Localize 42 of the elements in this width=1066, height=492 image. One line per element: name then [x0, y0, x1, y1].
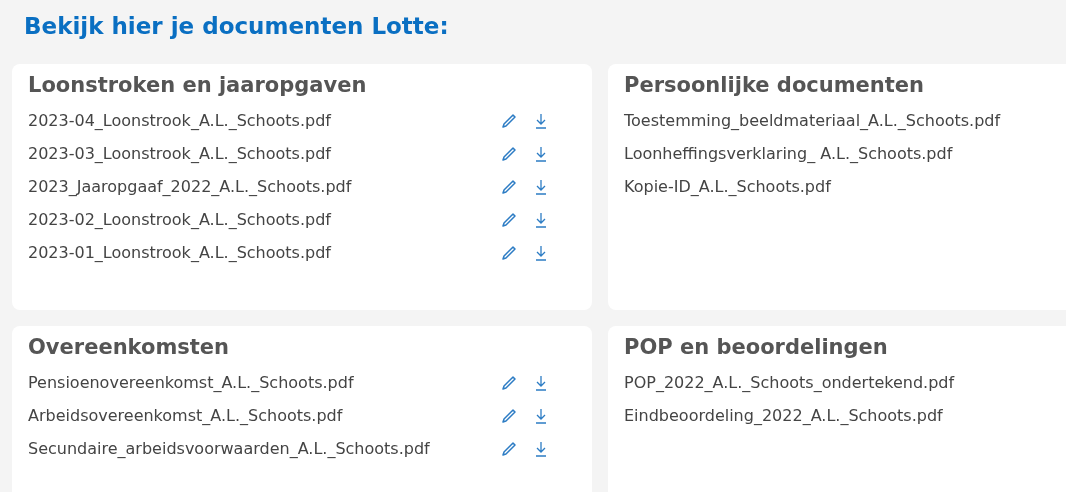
edit-button[interactable]: [500, 406, 518, 425]
card-title: Persoonlijke documenten: [624, 72, 925, 99]
edit-button[interactable]: [500, 243, 518, 262]
download-icon: [534, 178, 548, 195]
file-link[interactable]: 2023-01_Loonstrook_A.L._Schoots.pdf: [28, 243, 486, 262]
download-icon: [534, 145, 548, 162]
pencil-icon: [501, 178, 517, 195]
pencil-icon: [501, 145, 517, 162]
file-link[interactable]: 2023-02_Loonstrook_A.L._Schoots.pdf: [28, 210, 486, 229]
file-link[interactable]: Arbeidsovereenkomst_A.L._Schoots.pdf: [28, 406, 486, 425]
file-link[interactable]: Pensioenovereenkomst_A.L._Schoots.pdf: [28, 373, 486, 392]
card-title: POP en beoordelingen: [624, 334, 889, 361]
download-icon: [534, 211, 548, 228]
download-icon: [534, 374, 548, 391]
download-icon: [534, 407, 548, 424]
file-link[interactable]: 2023-03_Loonstrook_A.L._Schoots.pdf: [28, 144, 486, 163]
edit-button[interactable]: [500, 144, 518, 163]
file-link[interactable]: Eindbeoordeling_2022_A.L._Schoots.pdf: [624, 406, 1066, 425]
pencil-icon: [501, 244, 517, 261]
download-icon: [534, 244, 548, 261]
file-link[interactable]: Toestemming_beeldmateriaal_A.L._Schoots.pdf: [624, 111, 1066, 130]
file-link[interactable]: Loonheffingsverklaring_ A.L._Schoots.pdf: [624, 144, 1066, 163]
download-icon: [534, 440, 548, 457]
download-icon: [534, 112, 548, 129]
edit-button[interactable]: [500, 111, 518, 130]
file-link[interactable]: 2023_Jaaropgaaf_2022_A.L._Schoots.pdf: [28, 177, 486, 196]
file-link[interactable]: Kopie-ID_A.L._Schoots.pdf: [624, 177, 1066, 196]
pencil-icon: [501, 374, 517, 391]
pencil-icon: [501, 112, 517, 129]
file-link[interactable]: Secundaire_arbeidsvoorwaarden_A.L._Schoots.pdf: [28, 439, 486, 458]
edit-button[interactable]: [500, 439, 518, 458]
pencil-icon: [501, 440, 517, 457]
edit-button[interactable]: [500, 210, 518, 229]
card-title: Loonstroken en jaaropgaven: [28, 72, 368, 99]
pencil-icon: [501, 211, 517, 228]
card-title: Overeenkomsten: [28, 334, 231, 361]
pencil-icon: [501, 407, 517, 424]
edit-button[interactable]: [500, 373, 518, 392]
edit-button[interactable]: [500, 177, 518, 196]
file-link[interactable]: 2023-04_Loonstrook_A.L._Schoots.pdf: [28, 111, 486, 130]
file-link[interactable]: POP_2022_A.L._Schoots_ondertekend.pdf: [624, 373, 1066, 392]
page-title: Bekijk hier je documenten Lotte:: [24, 12, 450, 41]
